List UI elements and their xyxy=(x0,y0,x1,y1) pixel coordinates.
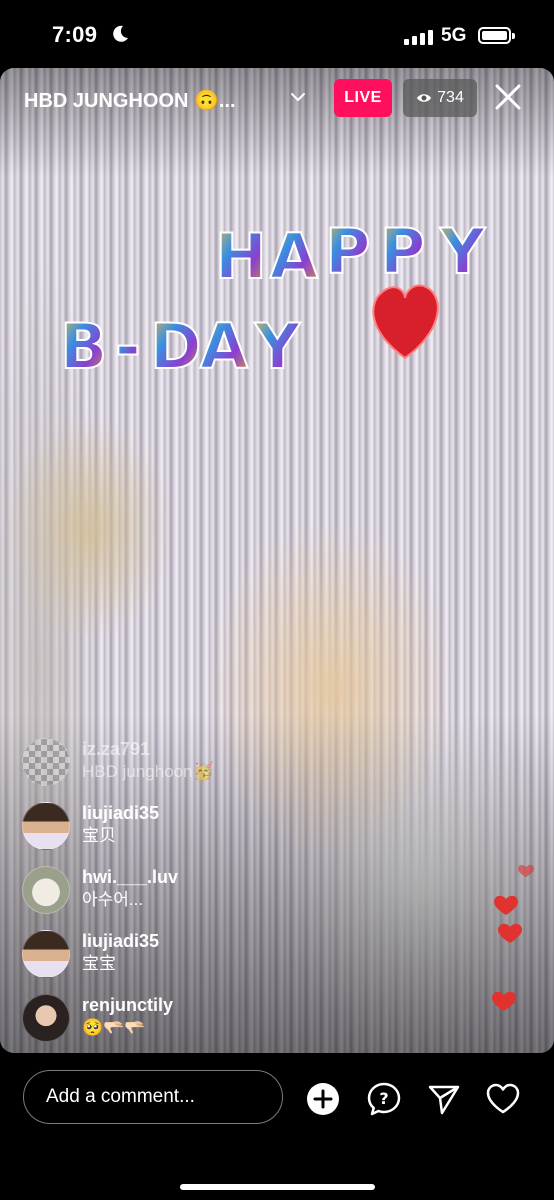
comment-username[interactable]: hwi.___.luv xyxy=(82,866,178,888)
balloon-letter: - xyxy=(115,310,141,383)
send-icon[interactable] xyxy=(426,1081,462,1117)
comment-input[interactable]: Add a comment... xyxy=(23,1070,283,1124)
comment-item[interactable]: liujiadi35 宝贝 xyxy=(22,802,322,866)
comment-username[interactable]: iz.za791 xyxy=(82,738,214,760)
balloon-letter: Y xyxy=(254,310,301,383)
heart-icon xyxy=(518,864,534,877)
avatar[interactable] xyxy=(22,738,70,786)
heart-balloon xyxy=(372,284,439,360)
balloon-letter: H xyxy=(215,220,267,293)
floating-hearts xyxy=(492,864,534,1011)
moon-icon xyxy=(113,25,128,42)
comment-item[interactable]: renjunctily 🥺🫳🏻🫳🏻 xyxy=(22,994,322,1058)
battery-icon xyxy=(478,27,515,44)
comment-item[interactable]: liujiadi35 宝宝 xyxy=(22,930,322,994)
comment-username[interactable]: renjunctily xyxy=(82,994,173,1016)
live-badge: LIVE xyxy=(334,79,392,117)
eye-icon xyxy=(417,94,432,102)
comment-message: 宝贝 xyxy=(82,826,116,845)
heart-icon[interactable] xyxy=(485,1081,521,1117)
comment-message: 宝宝 xyxy=(82,954,116,973)
comment-placeholder: Add a comment... xyxy=(46,1086,195,1107)
chevron-down-icon[interactable] xyxy=(290,90,306,104)
home-indicator xyxy=(180,1184,375,1190)
balloon-letter: Y xyxy=(439,215,486,288)
balloon-letter: B xyxy=(60,310,107,383)
comment-username[interactable]: liujiadi35 xyxy=(82,930,159,952)
avatar[interactable] xyxy=(22,994,70,1042)
status-bar: 7:09 5G xyxy=(0,0,554,70)
comment-message: 아수어... xyxy=(82,890,144,909)
viewer-count: 734 xyxy=(437,89,464,106)
network-type: 5G xyxy=(441,25,467,46)
balloon-letter: D xyxy=(150,310,201,383)
avatar[interactable] xyxy=(22,930,70,978)
live-title[interactable]: HBD JUNGHOON 🙃... xyxy=(24,88,236,113)
heart-icon xyxy=(498,923,522,943)
heart-icon xyxy=(494,895,518,915)
svg-text:?: ? xyxy=(379,1089,388,1108)
comments-feed: iz.za791 HBD junghoon🥳 liujiadi35 宝贝 hwi… xyxy=(22,738,322,1058)
signal-icon xyxy=(404,30,433,45)
comment-item[interactable]: iz.za791 HBD junghoon🥳 xyxy=(22,738,322,802)
avatar[interactable] xyxy=(22,866,70,914)
add-icon[interactable] xyxy=(305,1081,341,1117)
balloon-letter: P xyxy=(380,215,425,288)
close-icon[interactable] xyxy=(493,82,523,112)
viewer-count-badge[interactable]: 734 xyxy=(403,79,477,117)
comment-message: HBD junghoon🥳 xyxy=(82,762,214,781)
heart-icon xyxy=(492,991,516,1011)
comment-item[interactable]: hwi.___.luv 아수어... xyxy=(22,866,322,930)
avatar[interactable] xyxy=(22,802,70,850)
comment-message: 🥺🫳🏻🫳🏻 xyxy=(82,1018,146,1037)
balloon-letter: A xyxy=(270,220,318,293)
balloon-letter: P xyxy=(325,215,370,288)
bottom-bar: Add a comment... ? xyxy=(0,1053,554,1200)
balloon-letter: A xyxy=(200,310,248,383)
comment-username[interactable]: liujiadi35 xyxy=(82,802,159,824)
live-label: LIVE xyxy=(344,89,382,106)
question-icon[interactable]: ? xyxy=(366,1081,402,1117)
status-time: 7:09 xyxy=(52,22,98,47)
live-header: HBD JUNGHOON 🙃... LIVE 734 xyxy=(0,68,554,128)
